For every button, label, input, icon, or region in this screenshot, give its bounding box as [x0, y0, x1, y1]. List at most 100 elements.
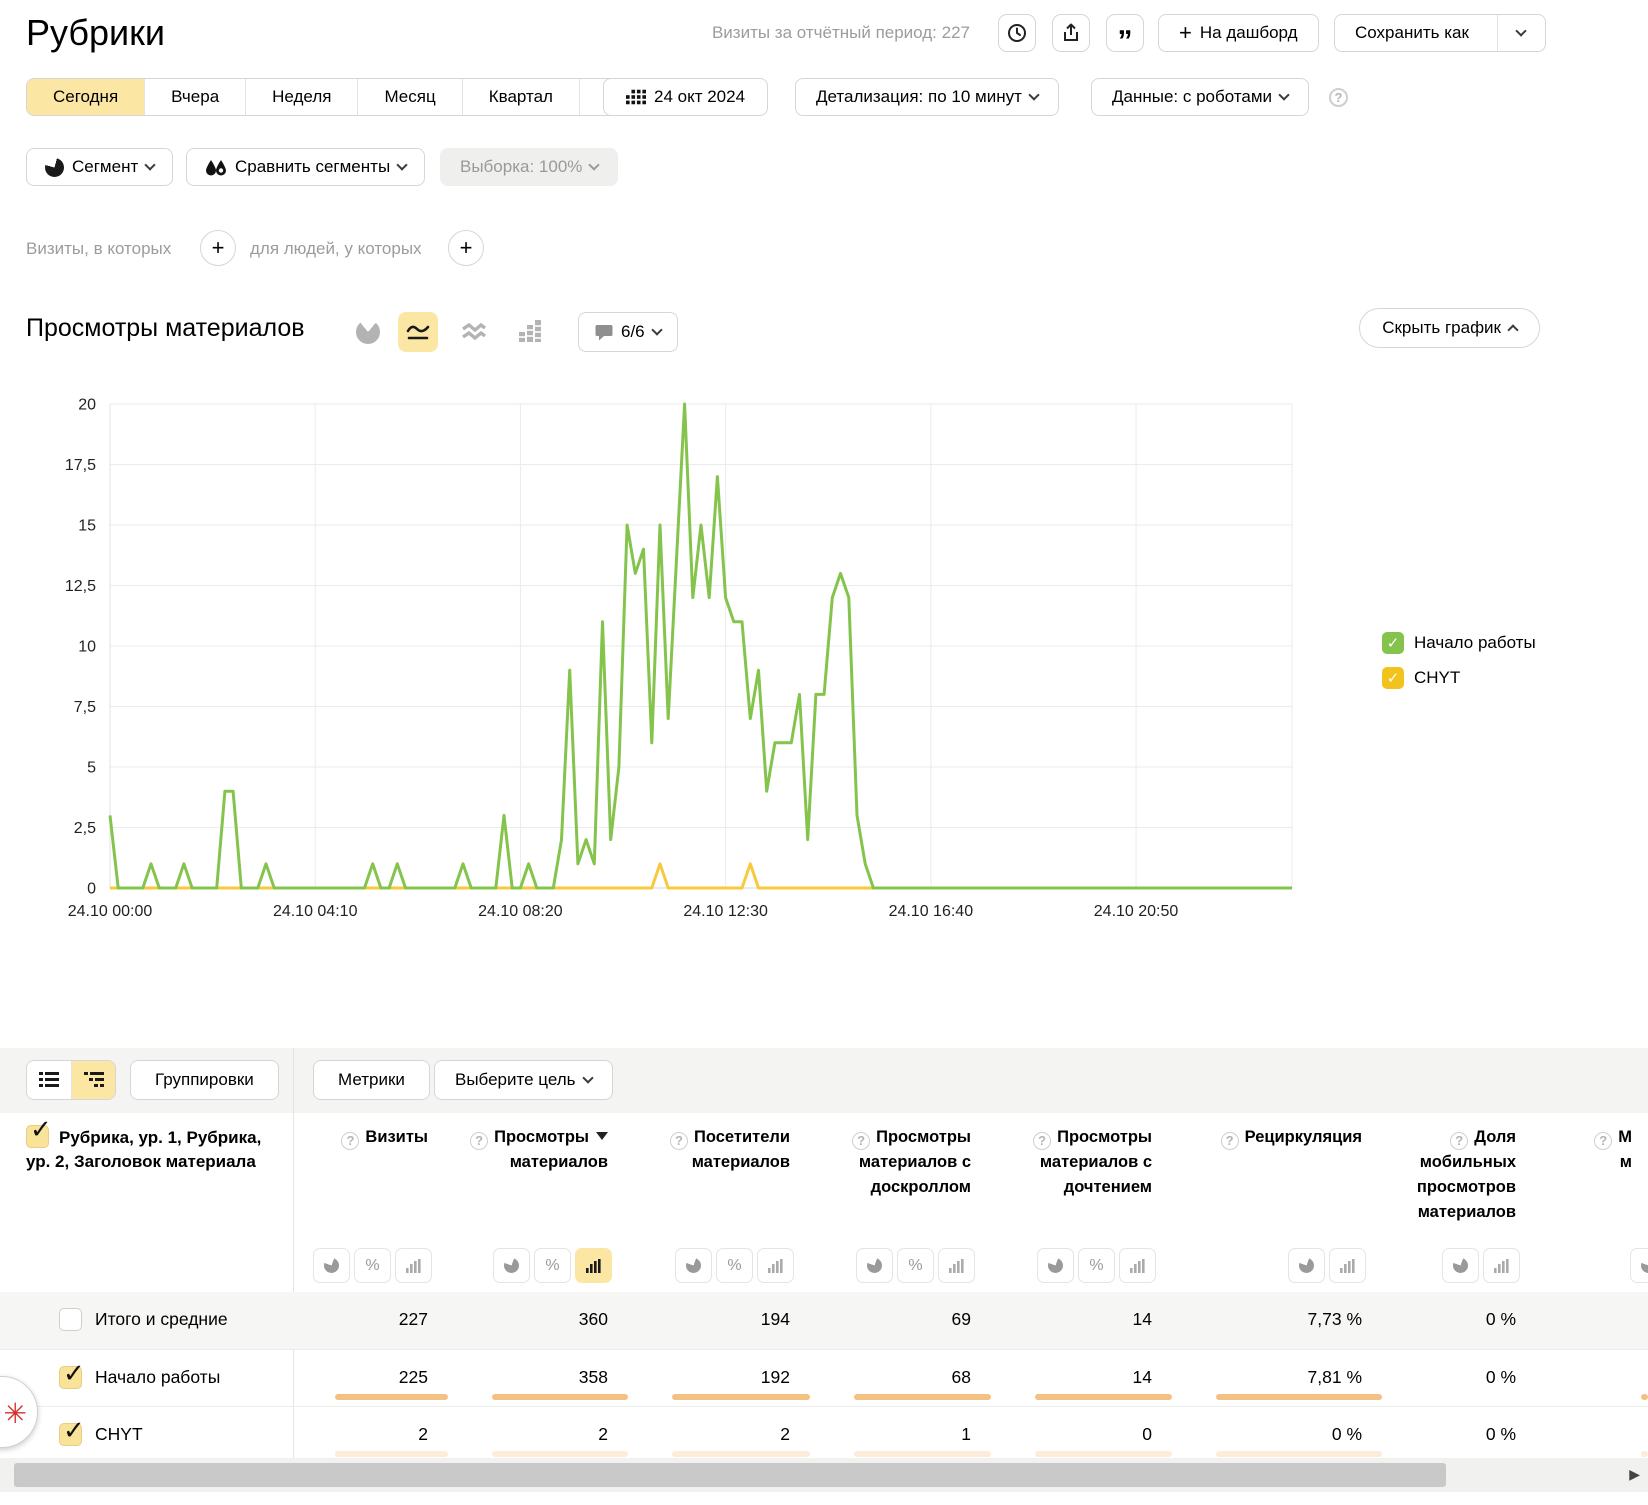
chevron-down-icon	[397, 159, 408, 170]
save-as-split-button[interactable]: Сохранить как	[1334, 14, 1546, 52]
history-clock-button[interactable]	[998, 14, 1036, 52]
row-checkbox[interactable]	[59, 1423, 82, 1446]
hide-chart-button[interactable]: Скрыть график	[1359, 308, 1540, 348]
column-header-label: просмотров	[1417, 1178, 1516, 1196]
column-header-6[interactable]: ?Долямобильныхпросмотровматериалов	[1384, 1125, 1538, 1225]
bars-toggle-button[interactable]	[757, 1248, 794, 1283]
date-picker-button[interactable]: 24 окт 2024	[603, 78, 768, 116]
bars-toggle-button[interactable]	[1483, 1248, 1520, 1283]
detail-dropdown-label: Детализация: по 10 минут	[816, 87, 1022, 107]
select-goal-dropdown[interactable]: Выберите цель	[434, 1060, 613, 1100]
sample-dropdown[interactable]: Выборка: 100%	[440, 148, 618, 186]
column-header-label: Визиты	[365, 1128, 428, 1146]
column-header-label: дочтением	[1064, 1178, 1152, 1196]
series-line-CHYT	[110, 864, 1292, 888]
pie-toggle-button[interactable]	[1630, 1248, 1648, 1283]
scrollbar-thumb[interactable]	[14, 1463, 1446, 1487]
period-tab-4[interactable]: Квартал	[462, 79, 579, 115]
comments-button[interactable]: „	[1106, 14, 1144, 52]
groupings-button[interactable]: Группировки	[130, 1060, 279, 1100]
add-to-dashboard-button[interactable]: + На дашборд	[1158, 14, 1319, 52]
column-header-label: материалов с	[859, 1153, 971, 1171]
help-icon[interactable]: ?	[1594, 1132, 1612, 1150]
page-title: Рубрики	[26, 12, 165, 54]
chart-type-line-button[interactable]	[398, 312, 438, 352]
bars-toggle-button[interactable]	[575, 1248, 612, 1283]
data-with-robots-dropdown[interactable]: Данные: с роботами	[1091, 78, 1309, 116]
segment-dropdown[interactable]: Сегмент	[26, 148, 173, 186]
row-checkbox[interactable]	[59, 1366, 82, 1389]
select-all-checkbox[interactable]	[26, 1125, 49, 1148]
compare-segments-dropdown[interactable]: Сравнить сегменты	[186, 148, 425, 186]
row-label[interactable]: Итого и средние	[95, 1309, 228, 1330]
table-row-Итого и средние: Итого и средние22736019469147,73 %0 %	[0, 1292, 1648, 1349]
chevron-down-icon	[589, 159, 600, 170]
help-icon[interactable]: ?	[1221, 1132, 1239, 1150]
annotations-dropdown[interactable]: 6/6	[578, 312, 678, 352]
help-icon[interactable]: ?	[670, 1132, 688, 1150]
y-axis-tick: 10	[78, 639, 96, 656]
save-as-chevron-button[interactable]	[1497, 15, 1545, 51]
legend-label: CHYT	[1414, 668, 1460, 688]
period-tab-3[interactable]: Месяц	[357, 79, 461, 115]
period-tab-0[interactable]: Сегодня	[27, 79, 144, 115]
percent-toggle-button[interactable]: %	[716, 1248, 753, 1283]
help-icon[interactable]: ?	[1450, 1132, 1468, 1150]
pie-toggle-button[interactable]	[1037, 1248, 1074, 1283]
annotations-count: 6/6	[621, 322, 645, 342]
flat-list-view-button[interactable]	[27, 1061, 71, 1099]
pie-toggle-button[interactable]	[675, 1248, 712, 1283]
add-visits-filter-button[interactable]: +	[200, 230, 236, 266]
export-button[interactable]	[1052, 14, 1090, 52]
tree-view-button[interactable]	[71, 1061, 115, 1099]
legend-checkbox[interactable]: ✓	[1382, 667, 1404, 689]
add-people-filter-button[interactable]: +	[448, 230, 484, 266]
column-header-7[interactable]: ?Мм	[1538, 1125, 1648, 1175]
percent-toggle-button[interactable]: %	[534, 1248, 571, 1283]
bars-toggle-button[interactable]	[938, 1248, 975, 1283]
period-tab-2[interactable]: Неделя	[245, 79, 357, 115]
y-axis-tick: 2,5	[74, 820, 96, 837]
period-tab-1[interactable]: Вчера	[144, 79, 245, 115]
bars-toggle-button[interactable]	[1329, 1248, 1366, 1283]
column-header-2[interactable]: ?Посетителиматериалов	[630, 1125, 812, 1175]
row-label[interactable]: CHYT	[95, 1424, 143, 1445]
help-icon[interactable]: ?	[852, 1132, 870, 1150]
value-bar	[335, 1451, 448, 1457]
row-label[interactable]: Начало работы	[95, 1367, 220, 1388]
column-header-4[interactable]: ?Просмотрыматериалов сдочтением	[993, 1125, 1174, 1200]
detail-dropdown[interactable]: Детализация: по 10 минут	[795, 78, 1059, 116]
bars-toggle-button[interactable]	[1119, 1248, 1156, 1283]
pie-toggle-button[interactable]	[856, 1248, 893, 1283]
metrics-button[interactable]: Метрики	[313, 1060, 430, 1100]
column-header-0[interactable]: ? Визиты	[293, 1125, 450, 1150]
value-bar	[492, 1394, 628, 1400]
row-checkbox[interactable]	[59, 1308, 82, 1331]
legend-checkbox[interactable]: ✓	[1382, 632, 1404, 654]
column-header-3[interactable]: ?Просмотрыматериалов сдоскроллом	[812, 1125, 993, 1200]
metrica-report-page: Рубрики Визиты за отчётный период: 227 „…	[0, 0, 1648, 1505]
bars-toggle-button[interactable]	[395, 1248, 432, 1283]
percent-toggle-button[interactable]: %	[1078, 1248, 1115, 1283]
percent-toggle-button[interactable]: %	[354, 1248, 391, 1283]
horizontal-scrollbar[interactable]: ▶	[0, 1458, 1648, 1492]
column-header-label: Просмотры	[1057, 1128, 1152, 1146]
pie-toggle-button[interactable]	[1288, 1248, 1325, 1283]
chart-type-stacked-button[interactable]	[454, 312, 494, 352]
chart-type-columns-button[interactable]	[510, 312, 550, 352]
scrollbar-right-arrow[interactable]: ▶	[1629, 1466, 1640, 1483]
pie-toggle-button[interactable]	[313, 1248, 350, 1283]
percent-toggle-button[interactable]: %	[897, 1248, 934, 1283]
help-icon[interactable]: ?	[341, 1132, 359, 1150]
column-header-5[interactable]: ?Рециркуляция	[1174, 1125, 1384, 1150]
help-icon[interactable]: ?	[1033, 1132, 1051, 1150]
chevron-down-icon	[1028, 89, 1039, 100]
pie-toggle-button[interactable]	[1442, 1248, 1479, 1283]
help-icon[interactable]: ?	[470, 1132, 488, 1150]
help-icon[interactable]: ?	[1329, 88, 1348, 107]
cell-value: 358	[450, 1367, 630, 1388]
column-header-1[interactable]: ?Просмотрыматериалов	[450, 1125, 630, 1175]
cell-value: 14	[993, 1367, 1174, 1388]
pie-toggle-button[interactable]	[493, 1248, 530, 1283]
chart-type-pie-button[interactable]	[348, 312, 388, 352]
